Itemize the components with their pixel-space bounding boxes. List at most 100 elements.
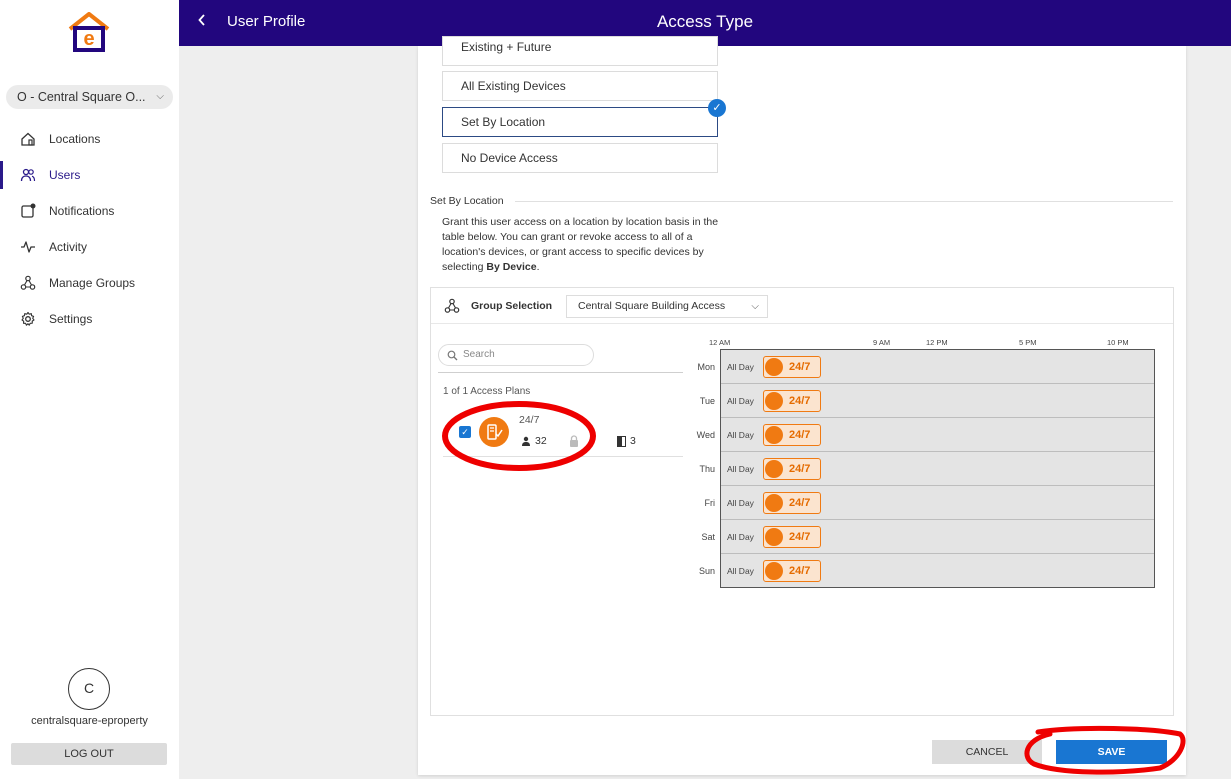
eproperty-logo[interactable]: e — [68, 12, 110, 54]
plan-badge-text: 24/7 — [789, 429, 811, 441]
all-day-label: All Day — [727, 464, 754, 474]
plan-badge[interactable]: 24/7 — [763, 526, 821, 548]
users-icon — [20, 167, 36, 183]
access-plan-icon — [765, 426, 783, 444]
option-label: Existing + Future — [461, 40, 552, 54]
schedule-row-sun: All Day 24/7 — [721, 554, 1154, 588]
access-type-card: Existing + Future All Existing Devices S… — [418, 36, 1186, 775]
sidebar-item-notifications[interactable]: Notifications — [0, 193, 179, 229]
activity-icon — [20, 239, 36, 255]
access-plan-icon — [765, 494, 783, 512]
search-placeholder: Search — [463, 349, 495, 360]
plan-badge[interactable]: 24/7 — [763, 424, 821, 446]
group-selection-label: Group Selection — [471, 300, 553, 312]
home-icon — [20, 131, 36, 147]
page-title: Access Type — [656, 12, 754, 31]
access-plan-icon — [765, 358, 783, 376]
plan-badge-text: 24/7 — [789, 463, 811, 475]
lock-icon — [569, 434, 579, 452]
breadcrumb[interactable]: User Profile — [227, 13, 305, 30]
avatar[interactable]: C — [68, 668, 110, 710]
day-label: Thu — [699, 464, 715, 474]
description-end: . — [536, 261, 540, 273]
plan-badge[interactable]: 24/7 — [763, 458, 821, 480]
option-no-device-access[interactable]: No Device Access — [442, 143, 718, 173]
plan-badge[interactable]: 24/7 — [763, 356, 821, 378]
divider — [515, 201, 1173, 202]
option-set-by-location[interactable]: Set By Location ✓ — [442, 99, 726, 137]
section-title: Set By Location — [430, 195, 504, 207]
plan-badge-text: 24/7 — [789, 361, 811, 373]
sidebar-item-label: Manage Groups — [49, 276, 136, 290]
sidebar-item-locations[interactable]: Locations — [0, 121, 179, 157]
organization-select[interactable]: O - Central Square O... ⌵ — [6, 85, 173, 109]
plan-search-input[interactable]: Search — [438, 344, 594, 366]
selected-check-icon: ✓ — [708, 99, 726, 117]
access-plan-icon — [765, 562, 783, 580]
sidebar-item-label: Activity — [49, 240, 88, 254]
schedule-row-thu: All Day 24/7 — [721, 452, 1154, 486]
day-label: Sun — [698, 566, 715, 576]
group-selection-row: Group Selection Central Square Building … — [431, 288, 1173, 324]
schedule-grid: All Day 24/7 All Day 24/7 All Day 24/7 A… — [720, 349, 1155, 588]
door-icon — [617, 435, 626, 447]
time-tick: 9 AM — [873, 338, 891, 347]
plan-badge[interactable]: 24/7 — [763, 560, 821, 582]
time-tick: 12 PM — [926, 338, 948, 347]
all-day-label: All Day — [727, 532, 754, 542]
user-count-value: 32 — [535, 435, 547, 447]
search-icon — [447, 349, 458, 369]
notification-icon — [20, 203, 36, 219]
sidebar-item-manage-groups[interactable]: Manage Groups — [0, 265, 179, 301]
sidebar-item-users[interactable]: Users — [0, 157, 179, 193]
description-bold: By Device — [486, 261, 537, 273]
sidebar-item-label: Settings — [49, 312, 93, 326]
plan-badge-text: 24/7 — [789, 531, 811, 543]
description-text: Grant this user access on a location by … — [442, 216, 719, 273]
plan-checkbox[interactable]: ✓ — [459, 426, 471, 438]
schedule-row-tue: All Day 24/7 — [721, 384, 1154, 418]
gear-icon — [20, 311, 36, 327]
sidebar-nav: Locations Users Notifications Activity M… — [0, 121, 179, 337]
day-label: Fri — [704, 498, 716, 508]
location-access-panel: Group Selection Central Square Building … — [430, 287, 1174, 716]
access-plan-row[interactable]: ✓ 24/7 32 3 — [443, 409, 683, 457]
schedule-row-wed: All Day 24/7 — [721, 418, 1154, 452]
user-icon — [522, 436, 530, 446]
svg-text:e: e — [83, 28, 94, 50]
chevron-down-icon: ⌵ — [156, 91, 164, 102]
plan-badge-text: 24/7 — [789, 395, 811, 407]
cancel-button[interactable]: CANCEL — [932, 740, 1042, 764]
all-day-label: All Day — [727, 566, 754, 576]
sidebar-item-activity[interactable]: Activity — [0, 229, 179, 265]
day-label: Wed — [696, 430, 715, 440]
group-selection-dropdown[interactable]: Central Square Building Access ⌵ — [566, 295, 768, 318]
divider — [438, 372, 683, 373]
sidebar-item-label: Users — [49, 168, 81, 182]
access-plan-icon — [479, 417, 509, 447]
option-label: All Existing Devices — [461, 79, 566, 93]
day-label: Sat — [701, 532, 715, 542]
organization-name: O - Central Square O... — [17, 90, 146, 104]
sidebar: e O - Central Square O... ⌵ Locations Us… — [0, 0, 179, 779]
back-arrow-icon[interactable] — [197, 12, 207, 33]
groups-icon — [20, 275, 36, 291]
day-label: Tue — [699, 396, 715, 406]
sidebar-item-label: Locations — [49, 132, 101, 146]
plan-door-count: 3 — [617, 435, 636, 447]
time-tick: 5 PM — [1019, 338, 1037, 347]
option-label: Set By Location — [461, 115, 546, 129]
access-plan-icon — [765, 392, 783, 410]
plan-badge[interactable]: 24/7 — [763, 390, 821, 412]
logout-button[interactable]: LOG OUT — [11, 743, 167, 765]
username: centralsquare-eproperty — [31, 715, 148, 727]
option-all-existing-devices[interactable]: All Existing Devices — [442, 71, 718, 101]
access-plan-icon — [765, 460, 783, 478]
option-label: No Device Access — [461, 151, 558, 165]
all-day-label: All Day — [727, 362, 754, 372]
option-existing-future[interactable]: Existing + Future — [442, 36, 718, 66]
save-button[interactable]: SAVE — [1056, 740, 1167, 764]
access-plan-icon — [765, 528, 783, 546]
sidebar-item-settings[interactable]: Settings — [0, 301, 179, 337]
plan-badge[interactable]: 24/7 — [763, 492, 821, 514]
